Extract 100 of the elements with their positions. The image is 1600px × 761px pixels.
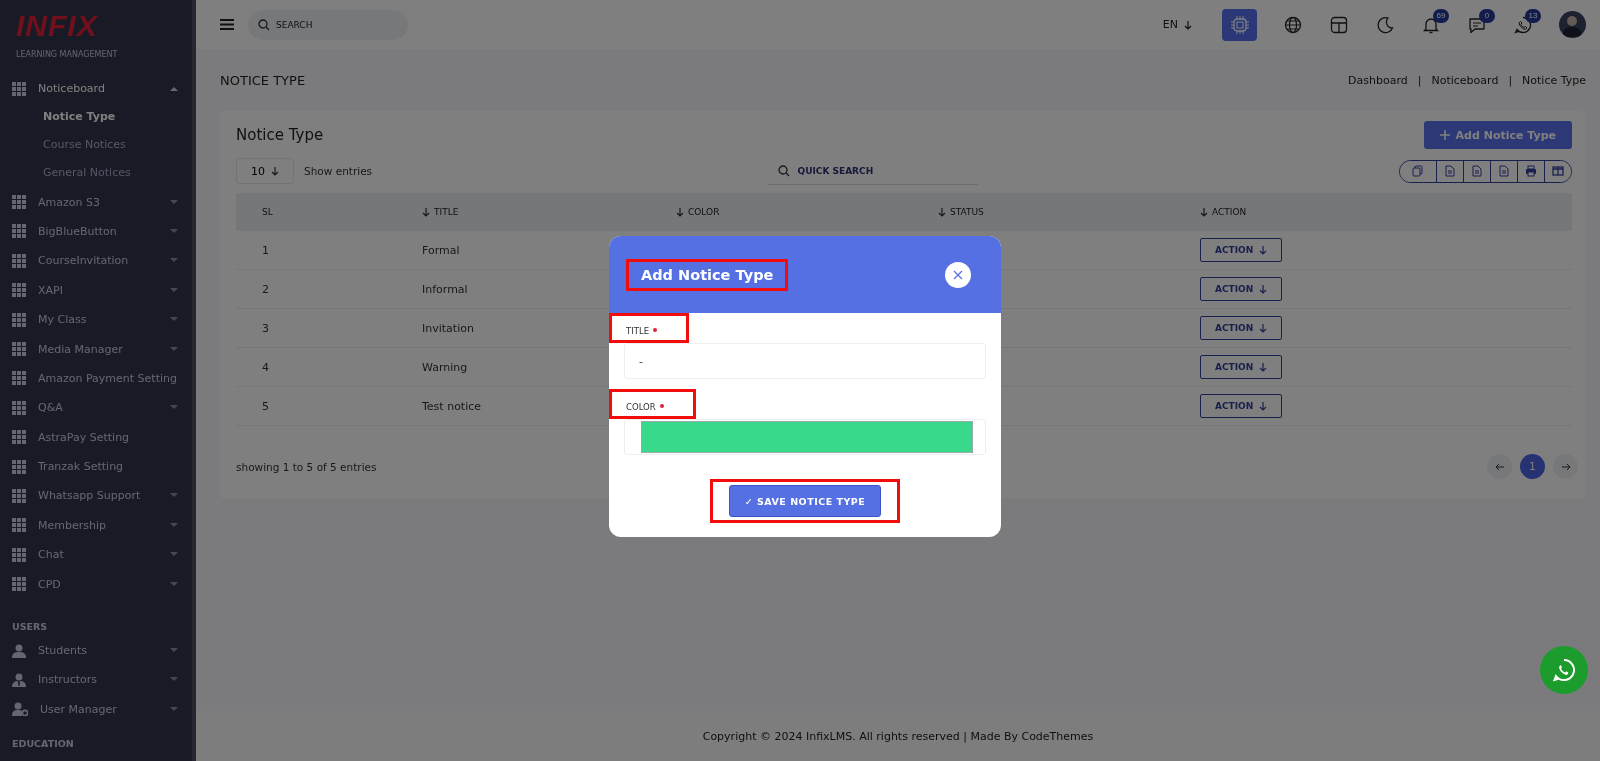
entries-label: Show entries <box>304 165 373 177</box>
sidebar-item[interactable]: Students <box>0 635 192 666</box>
sidebar-item[interactable]: AstraPay Setting <box>0 422 192 452</box>
user-tie-icon <box>12 672 26 687</box>
page-button[interactable]: 1 <box>1520 454 1545 479</box>
field-label: TITLE <box>626 326 658 336</box>
sidebar-item[interactable]: Amazon S3 <box>0 187 192 217</box>
sidebar-item[interactable]: Tranzak Setting <box>0 451 192 482</box>
previous-page-button[interactable] <box>1487 454 1512 479</box>
close-button[interactable] <box>945 261 971 288</box>
column-header[interactable]: SL <box>262 207 273 217</box>
action-button[interactable]: ACTION <box>1200 238 1283 262</box>
section-heading: USERS <box>11 619 48 634</box>
sidebar-item[interactable]: Noticeboard <box>0 74 192 104</box>
caret-up-icon <box>170 86 178 92</box>
column-header[interactable]: TITLE <box>422 207 459 217</box>
globe-icon <box>1284 15 1302 34</box>
caret-down-icon <box>170 199 178 205</box>
sidebar-item[interactable]: BigBlueButton <box>0 216 192 247</box>
search-field[interactable]: SEARCH <box>248 9 408 40</box>
chat-button[interactable]: 0 <box>1459 8 1495 41</box>
grid-icon <box>12 312 26 327</box>
grid-icon <box>12 430 26 445</box>
columns-export-button[interactable] <box>1544 160 1571 182</box>
search-icon <box>258 18 270 31</box>
column-header[interactable]: ACTION <box>1200 207 1247 217</box>
column-header[interactable]: STATUS <box>938 207 984 217</box>
breadcrumb-link[interactable]: Notice Type <box>1522 73 1586 87</box>
language-selector[interactable]: EN <box>1156 17 1198 32</box>
sidebar-item[interactable]: Media Manager <box>0 334 192 364</box>
arrow-down-icon <box>1200 207 1208 217</box>
next-page-button[interactable] <box>1553 454 1578 479</box>
card-title: Notice Type <box>236 126 324 144</box>
table-cell: Test notice <box>422 399 482 413</box>
layout-icon <box>1330 15 1348 34</box>
sidebar-subitem[interactable]: Notice Type <box>0 103 116 132</box>
action-button[interactable]: ACTION <box>1200 316 1283 340</box>
breadcrumb-link[interactable]: Noticeboard <box>1431 73 1499 87</box>
action-button[interactable]: ACTION <box>1200 277 1283 301</box>
entries-select[interactable]: 10 <box>236 158 294 184</box>
grid-icon <box>12 489 26 503</box>
table-cell: 5 <box>262 399 269 413</box>
sidebar-item[interactable]: Q&A <box>0 393 192 423</box>
print-icon <box>1525 165 1537 177</box>
sidebar-item[interactable]: User Manager <box>0 694 192 725</box>
save-button[interactable]: ✓ SAVE NOTICE TYPE <box>728 485 882 517</box>
arrow-left-icon <box>1494 462 1505 471</box>
entries-info: showing 1 to 5 of 5 entries <box>236 460 377 473</box>
arrow-down-icon <box>938 207 946 217</box>
sidebar-item[interactable]: CPD <box>0 569 192 599</box>
ai-chip-button[interactable] <box>1222 8 1257 41</box>
caret-down-icon <box>170 228 178 234</box>
count-badge: 0 <box>1479 8 1495 23</box>
arrow-down-icon <box>1259 401 1268 411</box>
moon-icon <box>1376 15 1394 34</box>
grid-icon <box>12 283 26 298</box>
sidebar-item[interactable]: Whatsapp Support <box>0 481 192 511</box>
grid-icon <box>12 518 26 533</box>
sidebar-item[interactable]: Instructors <box>0 665 192 695</box>
file-icon <box>1498 165 1510 177</box>
search-icon <box>777 165 790 177</box>
grid-icon <box>12 400 26 415</box>
action-button[interactable]: ACTION <box>1200 394 1283 418</box>
caret-down-icon <box>170 706 178 712</box>
sidebar-item[interactable]: Amazon Payment Setting <box>0 363 192 394</box>
grid-icon <box>12 459 26 474</box>
page-title: NOTICE TYPE <box>220 72 306 88</box>
caret-down-icon <box>170 317 178 323</box>
title-input[interactable]: - <box>624 343 986 379</box>
column-header[interactable]: COLOR <box>676 207 720 217</box>
plus-icon <box>1439 130 1450 140</box>
arrow-down-icon <box>676 207 684 217</box>
table-cell: 1 <box>262 243 269 257</box>
add-button[interactable]: Add Notice Type <box>1423 121 1572 149</box>
sidebar-item[interactable]: CourseInvitation <box>0 246 192 276</box>
sidebar-item[interactable]: Membership <box>0 510 192 541</box>
breadcrumb-link[interactable]: Dashboard <box>1348 73 1408 87</box>
arrow-down-icon <box>1259 284 1268 294</box>
sidebar-subitem[interactable]: General Notices <box>0 159 131 188</box>
sidebar-subitem[interactable]: Course Notices <box>0 131 126 160</box>
phone-chat-button[interactable]: 13 <box>1505 8 1541 41</box>
table-cell: 2 <box>262 282 269 296</box>
caret-down-icon <box>170 493 178 499</box>
caret-down-icon <box>170 522 178 528</box>
caret-down-icon <box>170 648 178 654</box>
sidebar-item[interactable]: XAPI <box>0 275 192 305</box>
table-cell: Informal <box>422 282 468 296</box>
sidebar-item[interactable]: My Class <box>0 304 192 335</box>
count-badge: 69 <box>1433 8 1449 23</box>
caret-down-icon <box>170 552 178 558</box>
action-button[interactable]: ACTION <box>1200 355 1283 379</box>
color-input[interactable] <box>624 419 986 455</box>
avatar[interactable] <box>1559 11 1586 38</box>
arrow-down-icon <box>422 207 430 217</box>
arrow-down-icon <box>1259 323 1268 333</box>
arrow-right-icon <box>1560 462 1571 471</box>
sidebar-item[interactable]: Chat <box>0 540 192 570</box>
bell-button[interactable]: 69 <box>1413 8 1449 41</box>
table-cell: 4 <box>262 360 269 374</box>
chip-icon <box>1229 14 1250 35</box>
